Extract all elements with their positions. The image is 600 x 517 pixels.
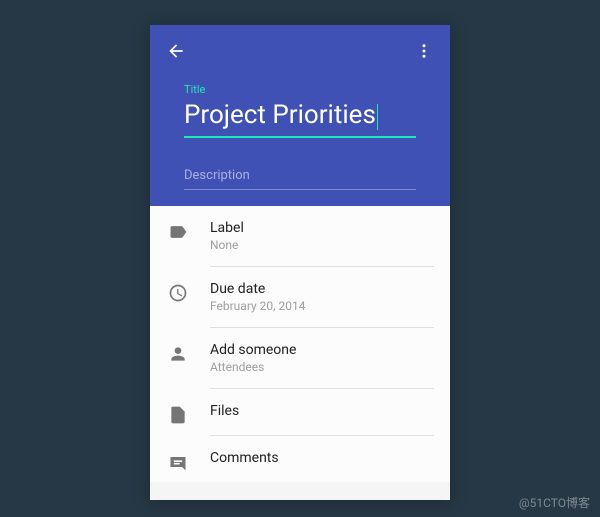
row-title: Add someone [210, 342, 434, 358]
label-icon [166, 222, 190, 246]
overflow-menu-button[interactable] [412, 39, 436, 63]
header: Title Project Priorities Description [150, 25, 450, 206]
row-add-someone[interactable]: Add someone Attendees [150, 328, 450, 389]
row-sub: None [210, 238, 434, 252]
row-sub: February 20, 2014 [210, 299, 434, 313]
app-screen: Title Project Priorities Description Lab… [150, 25, 450, 500]
arrow-left-icon [166, 41, 186, 61]
text-cursor [377, 104, 378, 130]
watermark: @51CTO博客 [519, 494, 590, 511]
row-sub: Attendees [210, 360, 434, 374]
description-input[interactable]: Description [184, 162, 416, 190]
person-icon [166, 344, 190, 368]
row-title: Comments [210, 450, 434, 466]
app-bar [164, 37, 436, 65]
details-list: Label None Due date February 20, 2014 Ad… [150, 206, 450, 482]
title-field[interactable]: Title Project Priorities [164, 83, 436, 138]
row-comments[interactable]: Comments [150, 436, 450, 482]
title-input[interactable]: Project Priorities [184, 100, 416, 138]
back-button[interactable] [164, 39, 188, 63]
more-vert-icon [415, 42, 433, 60]
clock-icon [166, 283, 190, 307]
row-title: Label [210, 220, 434, 236]
row-title: Due date [210, 281, 434, 297]
row-files[interactable]: Files [150, 389, 450, 436]
row-label[interactable]: Label None [150, 206, 450, 267]
file-icon [166, 405, 190, 429]
row-title: Files [210, 403, 434, 419]
row-due-date[interactable]: Due date February 20, 2014 [150, 267, 450, 328]
comment-icon [166, 452, 190, 476]
title-label: Title [184, 83, 416, 96]
